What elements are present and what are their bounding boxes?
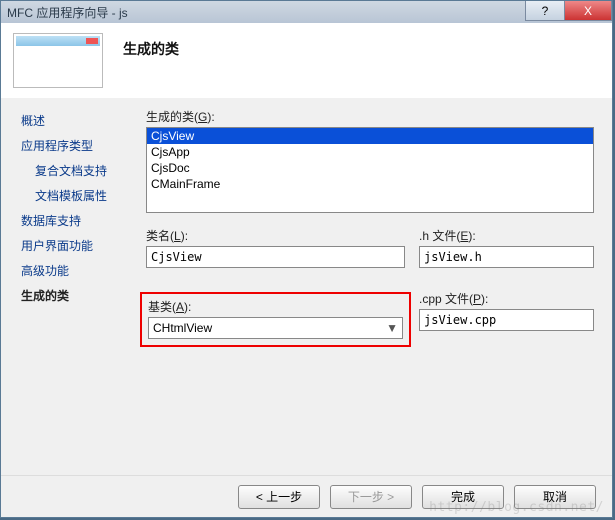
sidebar-item[interactable]: 文档模板属性 xyxy=(21,183,146,208)
chevron-down-icon: ▼ xyxy=(386,321,398,335)
sidebar-item-active[interactable]: 生成的类 xyxy=(21,283,146,308)
header: 生成的类 xyxy=(1,23,612,98)
class-name-input[interactable] xyxy=(146,246,405,268)
generated-classes-listbox[interactable]: CjsViewCjsAppCjsDocCMainFrame xyxy=(146,127,594,213)
hfile-label: .h 文件(E): xyxy=(419,227,594,244)
titlebar[interactable]: MFC 应用程序向导 - js ? X xyxy=(1,1,612,23)
list-item[interactable]: CjsDoc xyxy=(147,160,593,176)
cppfile-label: .cpp 文件(P): xyxy=(419,290,594,307)
wizard-preview-icon xyxy=(13,33,103,88)
body: 概述应用程序类型复合文档支持文档模板属性数据库支持用户界面功能高级功能生成的类 … xyxy=(1,98,612,478)
sidebar-item[interactable]: 复合文档支持 xyxy=(21,158,146,183)
list-item[interactable]: CjsApp xyxy=(147,144,593,160)
titlebar-text: MFC 应用程序向导 - js xyxy=(7,4,128,21)
cppfile-input[interactable] xyxy=(419,309,594,331)
hfile-input[interactable] xyxy=(419,246,594,268)
titlebar-buttons: ? X xyxy=(526,1,612,21)
close-icon: X xyxy=(584,4,592,18)
sidebar-item[interactable]: 数据库支持 xyxy=(21,208,146,233)
base-class-highlight: 基类(A): CHtmlView ▼ xyxy=(140,292,411,347)
base-class-label: 基类(A): xyxy=(148,298,403,315)
prev-button[interactable]: < 上一步 xyxy=(238,485,320,509)
base-class-value: CHtmlView xyxy=(153,321,212,335)
sidebar-item[interactable]: 应用程序类型 xyxy=(21,133,146,158)
list-item[interactable]: CjsView xyxy=(147,128,593,144)
sidebar-item[interactable]: 概述 xyxy=(21,108,146,133)
list-item[interactable]: CMainFrame xyxy=(147,176,593,192)
page-title: 生成的类 xyxy=(123,39,179,59)
dialog-window: MFC 应用程序向导 - js ? X 生成的类 概述应用程序类型复合文档支持文… xyxy=(0,0,613,518)
sidebar-item[interactable]: 用户界面功能 xyxy=(21,233,146,258)
next-button[interactable]: 下一步 > xyxy=(330,485,412,509)
class-name-label: 类名(L): xyxy=(146,227,405,244)
sidebar-item[interactable]: 高级功能 xyxy=(21,258,146,283)
sidebar: 概述应用程序类型复合文档支持文档模板属性数据库支持用户界面功能高级功能生成的类 xyxy=(1,98,146,478)
close-button[interactable]: X xyxy=(564,1,612,21)
help-button[interactable]: ? xyxy=(525,1,565,21)
base-class-select[interactable]: CHtmlView ▼ xyxy=(148,317,403,339)
watermark-text: http://blog.csdn.net/ xyxy=(429,500,604,515)
generated-classes-label: 生成的类(G): xyxy=(146,108,594,125)
help-icon: ? xyxy=(542,4,549,18)
main-panel: 生成的类(G): CjsViewCjsAppCjsDocCMainFrame 类… xyxy=(146,98,612,478)
